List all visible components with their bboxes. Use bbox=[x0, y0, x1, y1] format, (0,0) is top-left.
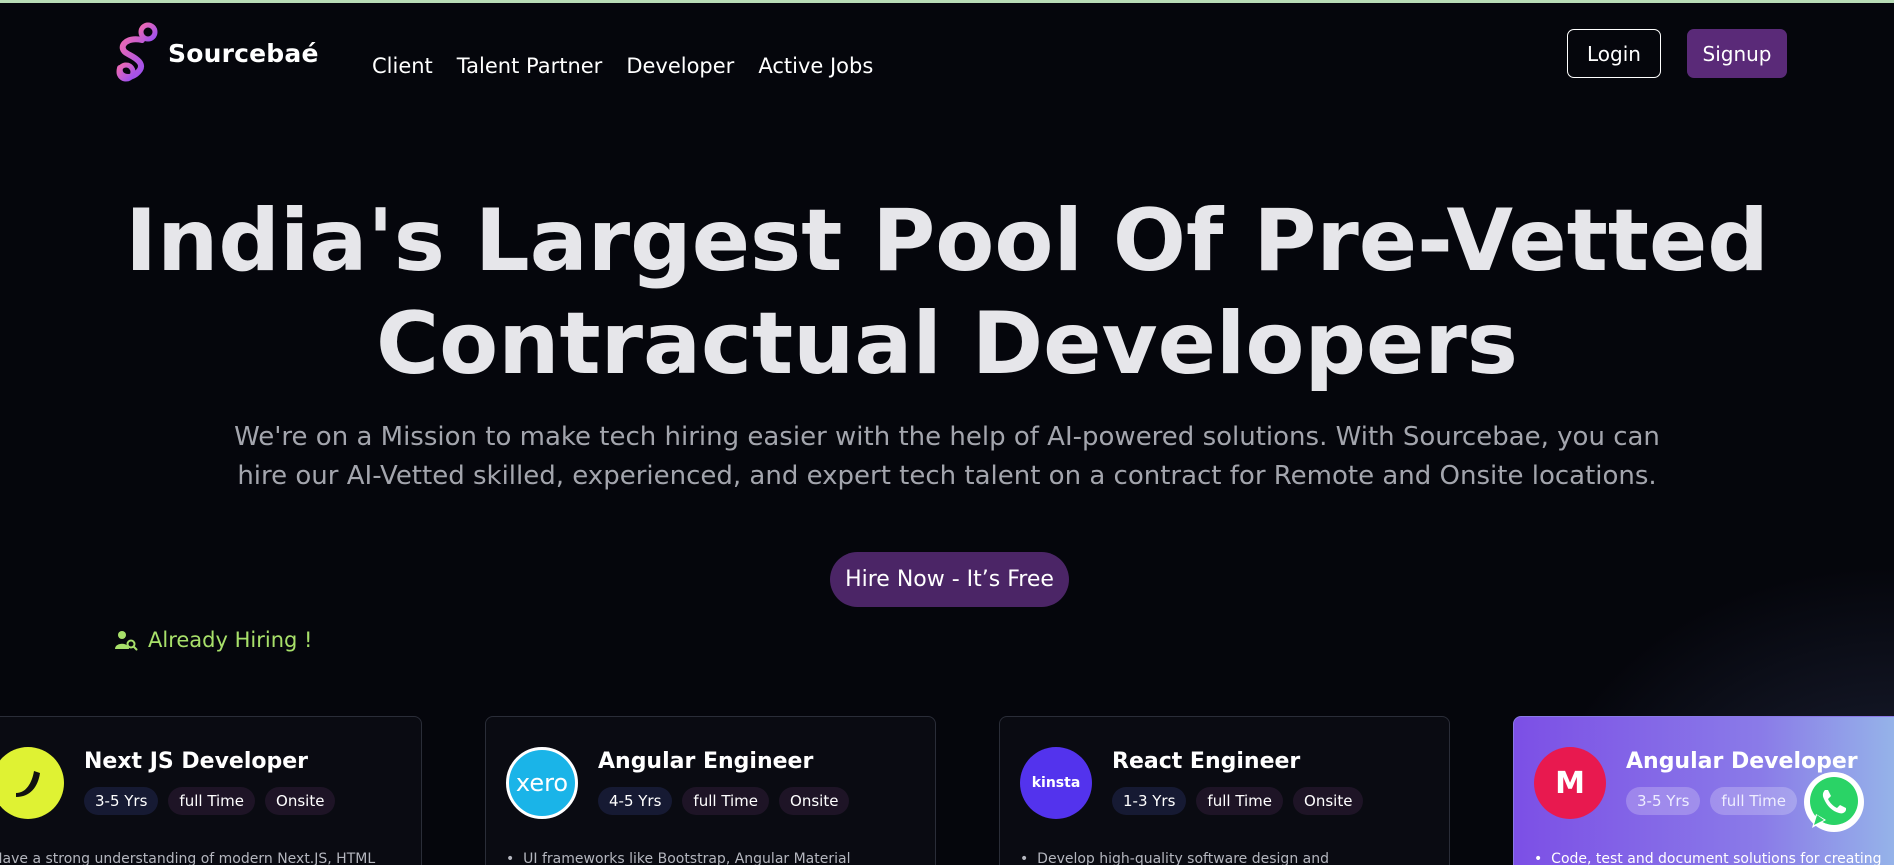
company-logo-text: xero bbox=[515, 769, 569, 797]
type-tag: full Time bbox=[1710, 787, 1798, 815]
job-description: • Develop high-quality software design a… bbox=[1020, 851, 1329, 865]
job-description: • Code, test and document solutions for … bbox=[1534, 851, 1882, 865]
experience-tag: 1-3 Yrs bbox=[1112, 787, 1187, 815]
whatsapp-icon[interactable] bbox=[1800, 768, 1868, 836]
sourcebae-logo-icon bbox=[116, 22, 158, 82]
already-hiring-label: Already Hiring ! bbox=[148, 628, 313, 652]
job-description: • UI frameworks like Bootstrap, Angular … bbox=[506, 851, 851, 865]
experience-tag: 3-5 Yrs bbox=[84, 787, 159, 815]
job-title: Next JS Developer bbox=[84, 749, 309, 774]
nav-client[interactable]: Client bbox=[372, 54, 433, 78]
job-tags: 3-5 Yrs full Time Onsite bbox=[84, 787, 336, 815]
job-title: Angular Engineer bbox=[598, 749, 814, 774]
company-logo: kinsta bbox=[1020, 747, 1092, 819]
job-description-text: UI frameworks like Bootstrap, Angular Ma… bbox=[523, 851, 851, 865]
job-card[interactable]: kinsta React Engineer 1-3 Yrs full Time … bbox=[999, 716, 1450, 865]
brand-logo[interactable]: Sourcebaé bbox=[112, 22, 319, 84]
job-tags: 1-3 Yrs full Time Onsite bbox=[1112, 787, 1364, 815]
job-description-text: Code, test and document solutions for cr… bbox=[1551, 851, 1882, 865]
hire-now-button[interactable]: Hire Now - It’s Free bbox=[830, 552, 1069, 607]
nav-active-jobs[interactable]: Active Jobs bbox=[758, 54, 873, 78]
job-tags: 4-5 Yrs full Time Onsite bbox=[598, 787, 850, 815]
job-card[interactable]: Next JS Developer 3-5 Yrs full Time Onsi… bbox=[0, 716, 422, 865]
nav-developer[interactable]: Developer bbox=[626, 54, 734, 78]
type-tag: full Time bbox=[682, 787, 770, 815]
hero-subtitle-line-1: We're on a Mission to make tech hiring e… bbox=[234, 422, 1660, 452]
hero-title: India's Largest Pool Of Pre-Vetted Contr… bbox=[0, 190, 1894, 396]
hero-title-line-1: India's Largest Pool Of Pre-Vetted bbox=[125, 191, 1769, 291]
already-hiring: Already Hiring ! bbox=[114, 628, 312, 652]
top-strip bbox=[0, 0, 1894, 3]
job-description: Have a strong understanding of modern Ne… bbox=[0, 851, 376, 865]
job-description-text: Develop high-quality software design and bbox=[1037, 851, 1329, 865]
company-logo: xero bbox=[506, 747, 578, 819]
location-tag: Onsite bbox=[1293, 787, 1364, 815]
company-logo-text: kinsta bbox=[1031, 775, 1081, 791]
hero-subtitle: We're on a Mission to make tech hiring e… bbox=[0, 418, 1894, 496]
type-tag: full Time bbox=[1196, 787, 1284, 815]
page: Sourcebaé Client Talent Partner Develope… bbox=[0, 0, 1894, 865]
job-card[interactable]: xero Angular Engineer 4-5 Yrs full Time … bbox=[485, 716, 936, 865]
company-logo bbox=[0, 747, 64, 819]
job-tags: 3-5 Yrs full Time bbox=[1626, 787, 1798, 815]
hero-title-line-2: Contractual Developers bbox=[376, 294, 1518, 394]
location-tag: Onsite bbox=[265, 787, 336, 815]
type-tag: full Time bbox=[168, 787, 256, 815]
hero-subtitle-line-2: hire our AI-Vetted skilled, experienced,… bbox=[237, 461, 1657, 491]
experience-tag: 3-5 Yrs bbox=[1626, 787, 1701, 815]
signup-button[interactable]: Signup bbox=[1687, 29, 1787, 78]
login-button[interactable]: Login bbox=[1567, 29, 1661, 78]
nav-talent-partner[interactable]: Talent Partner bbox=[457, 54, 603, 78]
user-search-icon bbox=[115, 631, 138, 651]
brand-name: Sourcebaé bbox=[168, 38, 319, 68]
company-logo-text: M bbox=[1555, 765, 1585, 801]
job-title: React Engineer bbox=[1112, 749, 1301, 774]
company-logo: M bbox=[1534, 747, 1606, 819]
location-tag: Onsite bbox=[779, 787, 850, 815]
main-nav: Client Talent Partner Developer Active J… bbox=[372, 54, 873, 78]
company-logo-icon bbox=[16, 771, 40, 797]
experience-tag: 4-5 Yrs bbox=[598, 787, 673, 815]
